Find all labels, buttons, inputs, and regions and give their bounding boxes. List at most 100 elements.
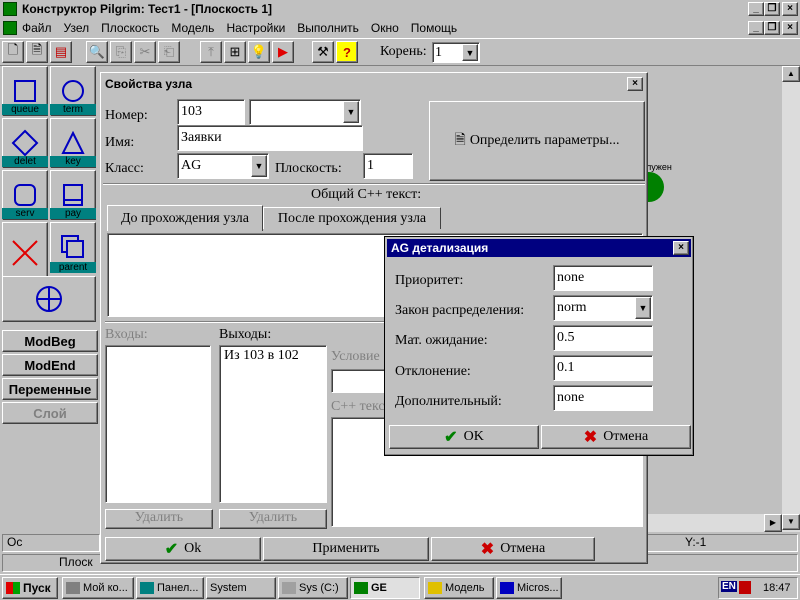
stacked-squares-icon	[61, 235, 84, 258]
word-icon	[500, 582, 514, 594]
class-label: Класс:	[105, 161, 144, 176]
number-field[interactable]: 103	[177, 99, 245, 125]
doc-minimize-button[interactable]: _	[748, 21, 764, 35]
diamond-icon	[11, 129, 39, 157]
inputs-list[interactable]	[105, 345, 211, 503]
palette-link[interactable]	[2, 276, 96, 322]
paste-icon[interactable]: ⎗	[158, 41, 180, 63]
ag-cancel-button[interactable]: ✖ Отмена	[541, 425, 691, 449]
ag-detail-dialog: AG детализация × Приоритет: none Закон р…	[384, 236, 694, 456]
start-button[interactable]: Пуск	[2, 577, 58, 599]
open-file-icon[interactable]: 🗎	[26, 41, 48, 63]
menu-settings[interactable]: Настройки	[226, 21, 285, 35]
cut-icon[interactable]: ✂	[134, 41, 156, 63]
task-control-panel[interactable]: Панел...	[136, 577, 204, 599]
deviation-label: Отклонение:	[395, 364, 471, 379]
save-file-icon[interactable]: ▤	[50, 41, 72, 63]
palette-delete-node[interactable]	[2, 222, 48, 284]
doc-restore-button[interactable]: ❐	[764, 21, 780, 35]
palette-panel: queue term delet key serv pay parent Mod…	[0, 66, 100, 532]
copy-icon[interactable]: ⎘	[110, 41, 132, 63]
task-model[interactable]: Модель	[424, 577, 494, 599]
new-file-icon[interactable]: 🗋	[2, 41, 24, 63]
menu-help[interactable]: Помощь	[411, 21, 457, 35]
menu-file[interactable]: Файл	[22, 21, 52, 35]
shield-icon[interactable]	[739, 581, 751, 594]
root-label: Корень:	[380, 44, 427, 59]
modend-button[interactable]: ModEnd	[2, 354, 98, 376]
zoom-icon[interactable]: 🔍	[86, 41, 108, 63]
priority-field[interactable]: none	[553, 265, 653, 291]
extra-field[interactable]: none	[553, 385, 653, 411]
variables-button[interactable]: Переменные	[2, 378, 98, 400]
scroll-up-icon[interactable]: ▲	[782, 66, 800, 82]
system-tray: EN 18:47	[718, 577, 798, 599]
run-icon[interactable]: ▶	[272, 41, 294, 63]
node-properties-title-bar: Свойства узла ×	[103, 75, 645, 93]
tab-after-node[interactable]: После прохождения узла	[263, 207, 441, 229]
restore-button[interactable]: ❐	[764, 2, 780, 16]
ag-detail-close-button[interactable]: ×	[673, 241, 689, 255]
close-button[interactable]: ×	[782, 2, 798, 16]
inputs-label: Входы:	[105, 327, 148, 342]
ag-ok-button[interactable]: ✔ OK	[389, 425, 539, 449]
language-indicator[interactable]: EN	[721, 581, 737, 592]
task-microsoft[interactable]: Micros...	[496, 577, 562, 599]
status-y: Y:-1	[640, 534, 798, 552]
crosshair-circle-icon	[36, 286, 62, 312]
deviation-field[interactable]: 0.1	[553, 355, 653, 381]
delete-input-button[interactable]: Удалить	[105, 509, 213, 529]
mean-field[interactable]: 0.5	[553, 325, 653, 351]
outputs-list[interactable]: Из 103 в 102	[219, 345, 327, 503]
menu-plane[interactable]: Плоскость	[101, 21, 159, 35]
tools-icon[interactable]: ⚒	[312, 41, 334, 63]
condition-label: Условие	[331, 349, 380, 364]
cpp-text-label: C++ текст	[331, 399, 391, 414]
palette-parent-label: parent	[50, 262, 96, 273]
number-label: Номер:	[105, 108, 148, 123]
modbeg-button[interactable]: ModBeg	[2, 330, 98, 352]
chevron-down-icon[interactable]: ▼	[635, 297, 651, 319]
menu-model[interactable]: Модель	[171, 21, 214, 35]
chevron-down-icon[interactable]: ▼	[343, 101, 359, 123]
tree-icon[interactable]: ⊞	[224, 41, 246, 63]
extra-label: Дополнительный:	[395, 394, 502, 409]
outputs-label: Выходы:	[219, 327, 272, 342]
define-params-button[interactable]: 🗎 Определить параметры...	[429, 101, 645, 181]
menu-run[interactable]: Выполнить	[297, 21, 359, 35]
help-icon[interactable]: ?	[336, 41, 358, 63]
cancel-button[interactable]: ✖ Отмена	[431, 537, 595, 561]
lightbulb-icon[interactable]: 💡	[248, 41, 270, 63]
name-field[interactable]: Заявки	[177, 125, 363, 151]
task-sys-c[interactable]: Sys (C:)	[278, 577, 348, 599]
menu-node[interactable]: Узел	[64, 21, 90, 35]
law-select[interactable]: norm ▼	[553, 295, 653, 321]
number-combo[interactable]: ▼	[249, 99, 361, 125]
chevron-down-icon[interactable]: ▼	[251, 155, 267, 177]
doc-close-button[interactable]: ×	[782, 21, 798, 35]
task-system[interactable]: System	[206, 577, 276, 599]
apply-button[interactable]: Применить	[263, 537, 429, 561]
class-select[interactable]: AG ▼	[177, 153, 269, 179]
delete-output-button[interactable]: Удалить	[219, 509, 327, 529]
node-properties-close-button[interactable]: ×	[627, 77, 643, 91]
minimize-button[interactable]: _	[748, 2, 764, 16]
task-my-computer[interactable]: Мой ко...	[62, 577, 134, 599]
tab-before-node[interactable]: До прохождения узла	[107, 205, 263, 231]
ok-button[interactable]: ✔ Ok	[105, 537, 261, 561]
clock: 18:47	[763, 582, 791, 594]
vertical-scrollbar[interactable]: ▲ ▼	[782, 66, 800, 532]
horizontal-scrollbar[interactable]: ▶	[640, 514, 782, 532]
divider	[103, 183, 645, 185]
up-level-icon[interactable]: ⤒	[200, 41, 222, 63]
plane-field[interactable]: 1	[363, 153, 413, 179]
scroll-right-icon[interactable]: ▶	[764, 514, 782, 532]
task-ge[interactable]: GE	[350, 577, 420, 599]
condition-field[interactable]	[331, 369, 391, 393]
root-select[interactable]: 1 ▼	[432, 42, 480, 63]
scroll-down-icon[interactable]: ▼	[782, 514, 800, 530]
list-item[interactable]: Из 103 в 102	[224, 348, 322, 364]
menu-window[interactable]: Окно	[371, 21, 399, 35]
layer-button[interactable]: Слой	[2, 402, 98, 424]
chevron-down-icon[interactable]: ▼	[462, 44, 478, 61]
